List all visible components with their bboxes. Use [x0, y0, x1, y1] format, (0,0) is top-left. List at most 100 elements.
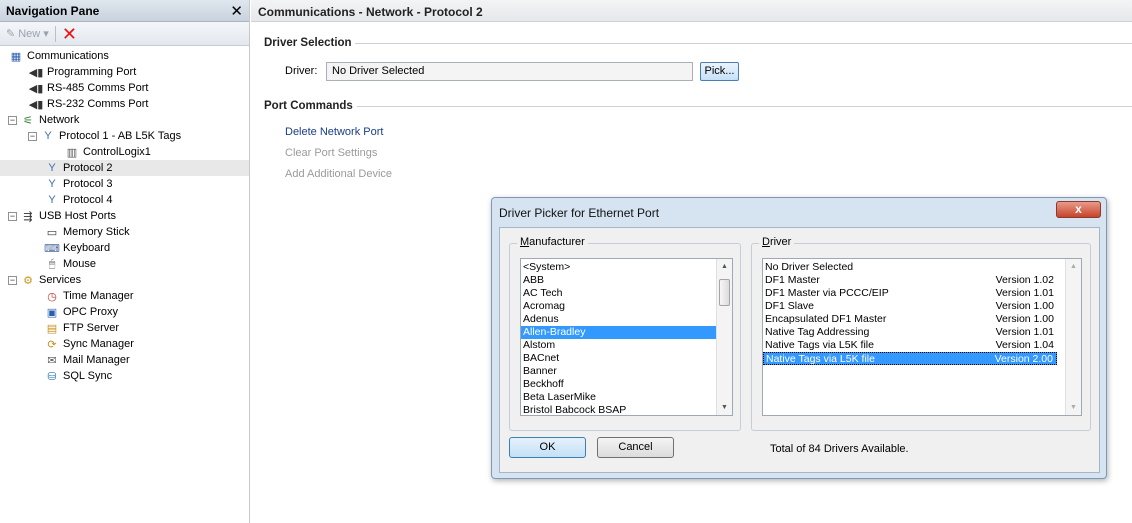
manufacturer-list-item[interactable]: Adenus — [521, 313, 732, 326]
delete-network-port-link[interactable]: Delete Network Port — [285, 126, 383, 138]
tree-item[interactable]: Y Protocol 4 — [0, 192, 249, 208]
collapse-icon[interactable]: − — [8, 115, 17, 125]
new-button[interactable]: New ▾ — [18, 27, 49, 40]
tree-item-label: Protocol 4 — [63, 194, 113, 206]
tree-item[interactable]: ▦ Communications — [0, 48, 249, 64]
memory-stick-icon: ▭ — [46, 226, 58, 239]
manufacturer-list-item[interactable]: Bristol Babcock BSAP — [521, 404, 732, 415]
opc-proxy-icon: ▣ — [46, 306, 58, 319]
tree-item[interactable]: ⌨ Keyboard — [0, 240, 249, 256]
manufacturer-list-item[interactable]: Acromag — [521, 300, 732, 313]
close-icon[interactable]: ✕ — [230, 2, 243, 20]
scrollbar-thumb[interactable] — [719, 279, 730, 306]
tree-item[interactable]: − ⇶ USB Host Ports — [0, 208, 249, 224]
tree-item[interactable]: ◷ Time Manager — [0, 288, 249, 304]
driver-list-item[interactable]: DF1 Master Version 1.02 — [763, 274, 1057, 287]
driver-selection-header: Driver Selection — [264, 37, 352, 49]
driver-scrollbar[interactable]: ▲ ▼ — [1065, 259, 1081, 415]
tree-item[interactable]: ✉ Mail Manager — [0, 352, 249, 368]
tree-item[interactable]: ◀▮ RS-232 Comms Port — [0, 96, 249, 112]
tree-item[interactable]: 🖱 Mouse — [0, 256, 249, 272]
driver-list-item[interactable]: Encapsulated DF1 Master Version 1.00 — [763, 313, 1057, 326]
driver-field[interactable]: No Driver Selected — [326, 62, 693, 81]
tree-item[interactable]: ◀▮ RS-485 Comms Port — [0, 80, 249, 96]
manufacturer-label: Manufacturer — [517, 236, 588, 248]
tree-item[interactable]: ▤ FTP Server — [0, 320, 249, 336]
add-additional-device-link[interactable]: Add Additional Device — [285, 168, 392, 180]
manufacturer-list-item[interactable]: Allen-Bradley — [521, 326, 732, 339]
driver-list-item[interactable]: DF1 Slave Version 1.00 — [763, 300, 1057, 313]
driver-list-item[interactable]: Native Tag Addressing Version 1.01 — [763, 326, 1057, 339]
manufacturer-list[interactable]: <System> ABB AC Tech Acromag Adenus Allen-Bra… — [520, 258, 733, 416]
services-icon: ⚙ — [23, 274, 33, 287]
manufacturer-scrollbar[interactable]: ▲ ▼ — [716, 259, 732, 415]
tree-item[interactable]: Y Protocol 2 — [0, 160, 249, 176]
collapse-icon[interactable]: − — [8, 211, 17, 221]
driver-picker-dialog: Driver Picker for Ethernet Port x Manufa… — [491, 197, 1107, 479]
driver-list-item[interactable]: DF1 Master via PCCC/EIP Version 1.01 — [763, 287, 1057, 300]
scroll-down-icon[interactable]: ▼ — [1070, 404, 1077, 411]
tree-item[interactable]: ▣ OPC Proxy — [0, 304, 249, 320]
page-title: Communications - Network - Protocol 2 — [251, 0, 1132, 22]
collapse-icon[interactable]: − — [8, 275, 17, 285]
tree-item[interactable]: ⟳ Sync Manager — [0, 336, 249, 352]
driver-version: Version 1.01 — [995, 287, 1054, 299]
driver-list-item[interactable]: No Driver Selected — [763, 261, 1057, 274]
collapse-icon[interactable]: − — [28, 131, 37, 141]
manufacturer-list-item[interactable]: Beckhoff — [521, 378, 732, 391]
port-icon: ◀▮ — [28, 66, 44, 79]
cancel-button[interactable]: Cancel — [597, 437, 674, 458]
time-manager-icon: ◷ — [47, 290, 57, 303]
tree-item[interactable]: − ⚟ Network — [0, 112, 249, 128]
mail-manager-icon: ✉ — [47, 354, 57, 367]
manufacturer-list-item[interactable]: AC Tech — [521, 287, 732, 300]
driver-list[interactable]: No Driver Selected DF1 Master Version 1.02… — [762, 258, 1082, 416]
port-icon: ◀▮ — [28, 82, 44, 95]
driver-name: Encapsulated DF1 Master — [765, 313, 887, 325]
manufacturer-label-text: anufacturer — [529, 236, 585, 248]
tree-item[interactable]: − ⚙ Services — [0, 272, 249, 288]
scroll-down-icon[interactable]: ▼ — [721, 404, 728, 411]
tree-item-label: Services — [39, 274, 82, 286]
tree-item-label: RS-232 Comms Port — [47, 98, 149, 110]
tree-item-label: Programming Port — [47, 66, 137, 78]
protocol-icon: Y — [48, 194, 56, 206]
tree-item-label: Protocol 2 — [63, 162, 113, 174]
tree-item[interactable]: ◀▮ Programming Port — [0, 64, 249, 80]
manufacturer-list-item[interactable]: Beta LaserMike — [521, 391, 732, 404]
manufacturer-list-item[interactable]: <System> — [521, 261, 732, 274]
tree-item[interactable]: − Y Protocol 1 - AB L5K Tags — [0, 128, 249, 144]
scroll-up-icon[interactable]: ▲ — [721, 263, 728, 270]
toolbar-divider — [54, 25, 56, 42]
pick-button[interactable]: Pick... — [700, 62, 739, 81]
driver-group-label: Driver — [759, 236, 795, 248]
tree-item[interactable]: ⛁ SQL Sync — [0, 368, 249, 384]
dialog-close-button[interactable]: x — [1056, 201, 1101, 218]
sync-manager-icon: ⟳ — [47, 338, 57, 351]
device-icon: ▥ — [66, 146, 78, 159]
ok-button[interactable]: OK — [509, 437, 586, 458]
tree-item[interactable]: ▥ ControlLogix1 — [0, 144, 249, 160]
scroll-up-icon[interactable]: ▲ — [1070, 263, 1077, 270]
driver-name: DF1 Master via PCCC/EIP — [765, 287, 889, 299]
tree-item[interactable]: Y Protocol 3 — [0, 176, 249, 192]
navigation-pane-title: Navigation Pane — [6, 3, 100, 18]
manufacturer-list-item[interactable]: Alstom — [521, 339, 732, 352]
driver-group: Driver No Driver Selected DF1 Master Versi… — [751, 236, 1091, 431]
manufacturer-list-item[interactable]: Banner — [521, 365, 732, 378]
new-icon: ✎ — [6, 28, 16, 40]
driver-list-item[interactable]: Native Tags via L5K file Version 2.00 — [763, 352, 1057, 365]
clear-port-settings-link[interactable]: Clear Port Settings — [285, 147, 377, 159]
tree-item[interactable]: ▭ Memory Stick — [0, 224, 249, 240]
manufacturer-list-item[interactable]: ABB — [521, 274, 732, 287]
delete-icon[interactable]: ✕ — [62, 25, 77, 43]
driver-version: Version 1.00 — [995, 313, 1054, 325]
tree-item-label: Protocol 3 — [63, 178, 113, 190]
section-divider — [357, 106, 1132, 107]
tree-item-label: Time Manager — [63, 290, 134, 302]
sql-sync-icon: ⛁ — [47, 370, 57, 383]
driver-version: Version 1.02 — [995, 274, 1054, 286]
driver-version: Version 1.01 — [995, 326, 1054, 338]
driver-list-item[interactable]: Native Tags via L5K file Version 1.04 — [763, 339, 1057, 352]
manufacturer-list-item[interactable]: BACnet — [521, 352, 732, 365]
